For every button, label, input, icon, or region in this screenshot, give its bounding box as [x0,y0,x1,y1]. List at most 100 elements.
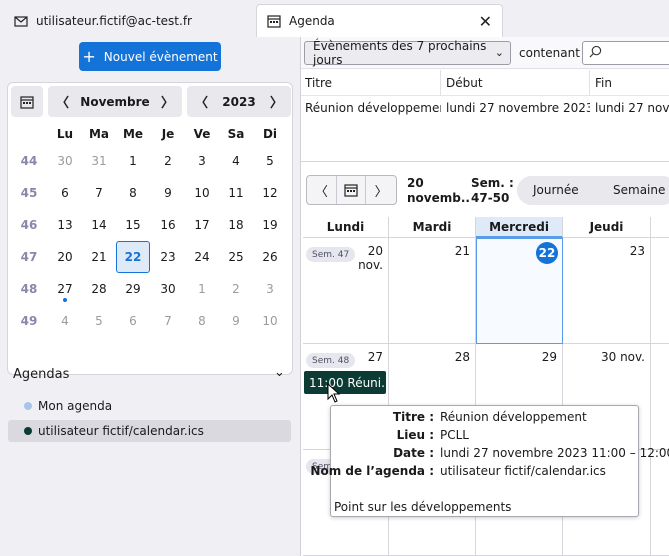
column-header-title[interactable]: Titre [301,70,441,96]
day-cell[interactable] [651,450,669,556]
mini-month-day[interactable]: 1 [185,273,219,305]
mini-month-day[interactable]: 11 [219,177,253,209]
mini-month-day[interactable]: 23 [151,241,185,273]
mini-month-day[interactable]: 15 [116,209,150,241]
mini-month-day[interactable]: 5 [253,145,287,177]
table-row[interactable]: Réunion développemen... lundi 27 novembr… [301,95,669,121]
event-end-cell: lundi 27 novem [595,101,669,115]
day-cell[interactable]: 22 [476,238,563,344]
day-cell[interactable]: 23 [563,238,651,344]
day-number: 9 [232,314,240,328]
mini-month-day[interactable]: 18 [219,209,253,241]
mini-month-grid: Lu Ma Me Je Ve Sa Di 44 30 31 1 2 3 4 5 45 6 7 8 9 10 11 12 46 1… [8,123,294,337]
day-number: 16 [160,218,176,232]
mini-month-day[interactable]: 17 [185,209,219,241]
new-event-button[interactable]: + Nouvel évènement [79,42,221,71]
today-calendar-icon[interactable] [337,176,367,204]
mini-month-day[interactable]: 3 [185,145,219,177]
mini-month-day[interactable]: 10 [253,305,287,337]
next-month-chevron-right-icon[interactable]: 〉 [161,92,174,111]
mini-month-week-row: 49 4 5 6 7 8 9 10 [8,305,294,337]
mini-month-day[interactable]: 12 [253,177,287,209]
day-number: 24 [194,250,210,264]
mini-month-day[interactable]: 13 [48,209,82,241]
mini-month-day[interactable]: 19 [253,209,287,241]
mini-month-day[interactable]: 14 [82,209,116,241]
day-header: Lundi [303,217,389,238]
mini-month-day[interactable]: 31 [82,145,116,177]
tab-agenda-label: Agenda [289,14,335,28]
week-badge: Sem. 48 [306,353,356,368]
mini-month-day[interactable]: 9 [219,305,253,337]
mini-month-day[interactable]: 30 [48,145,82,177]
mini-month-day[interactable]: 28 [82,273,116,305]
navigation-buttons: 〈 〉 [306,175,397,205]
day-number: 30 [160,282,176,296]
column-header-start[interactable]: Début [442,70,590,96]
event-filter-select[interactable]: Évènements des 7 prochains jours ⌄ [304,39,511,67]
day-cell[interactable]: 20 nov. Sem. 47 [303,238,389,344]
day-number: 28 [91,282,107,296]
next-chevron-right-icon[interactable]: 〉 [366,176,396,204]
mini-month-day[interactable]: 2 [151,145,185,177]
mini-month-day[interactable]: 3 [253,273,287,305]
month-selector: 〈 Novembre 〉 [48,86,182,117]
mini-month-day[interactable]: 4 [219,145,253,177]
chevron-down-icon[interactable]: ⌄ [274,365,285,380]
weekday-header: Je [161,127,175,141]
tooltip-key: Lieu : [396,428,434,442]
day-number: 30 [57,154,73,168]
day-number: 1 [129,154,137,168]
mini-month-day[interactable]: 30 [151,273,185,305]
event-title-cell: Réunion développemen... [305,101,441,115]
mini-month-day[interactable]: 6 [116,305,150,337]
mini-month-today[interactable]: 22 [116,241,150,273]
view-day-button[interactable]: Journée [533,183,579,197]
today-button[interactable] [11,86,43,117]
mini-month-day[interactable]: 29 [116,273,150,305]
tab-mail[interactable]: utilisateur.fictif@ac-test.fr [0,4,250,37]
mini-month-day[interactable]: 5 [82,305,116,337]
view-week-button[interactable]: Semaine [613,183,665,197]
mini-month-day[interactable]: 8 [116,177,150,209]
mini-month-day[interactable]: 16 [151,209,185,241]
mini-month-day[interactable]: 24 [185,241,219,273]
mini-month-week-row: 48 27 28 29 30 1 2 3 [8,273,294,305]
calendar-item-fictif[interactable]: utilisateur fictif/calendar.ics [8,420,291,442]
search-input[interactable] [582,41,669,65]
day-cell[interactable] [651,344,669,450]
mini-month-day[interactable]: 20 [48,241,82,273]
previous-year-chevron-left-icon[interactable]: 〈 [195,92,208,111]
day-cell[interactable]: 21 [389,238,476,344]
previous-month-chevron-left-icon[interactable]: 〈 [56,92,69,111]
previous-chevron-left-icon[interactable]: 〈 [307,176,337,204]
mini-month-day[interactable]: 4 [48,305,82,337]
view-switcher: Journée Semaine [517,176,669,205]
mini-month-day[interactable]: 9 [151,177,185,209]
mini-month-day[interactable]: 27 [48,273,82,305]
day-number: 27 [57,282,73,296]
mini-month-day[interactable]: 1 [116,145,150,177]
year-label[interactable]: 2023 [222,95,255,109]
calendar-item-mon-agenda[interactable]: Mon agenda [8,395,291,417]
week-number: 44 [20,154,38,168]
close-icon[interactable]: ✕ [479,12,492,31]
mini-month-day[interactable]: 7 [151,305,185,337]
mini-month-day[interactable]: 10 [185,177,219,209]
mini-month-day[interactable]: 8 [185,305,219,337]
calendar-today-icon [20,95,34,109]
mini-month-day[interactable]: 2 [219,273,253,305]
tooltip-row-title: Titre : Réunion développement [331,410,640,426]
column-header-end[interactable]: Fin [591,70,669,96]
day-number: 8 [129,186,137,200]
mini-month-day[interactable]: 21 [82,241,116,273]
day-cell[interactable] [651,238,669,344]
mini-month-day[interactable]: 25 [219,241,253,273]
next-year-chevron-right-icon[interactable]: 〉 [270,92,283,111]
mini-month-day[interactable]: 26 [253,241,287,273]
tab-agenda[interactable]: Agenda ✕ [256,4,503,37]
mini-month-day[interactable]: 7 [82,177,116,209]
event-chip[interactable]: 11:00 Réuni... [304,371,386,394]
mini-month-day[interactable]: 6 [48,177,82,209]
month-label[interactable]: Novembre [80,95,149,109]
